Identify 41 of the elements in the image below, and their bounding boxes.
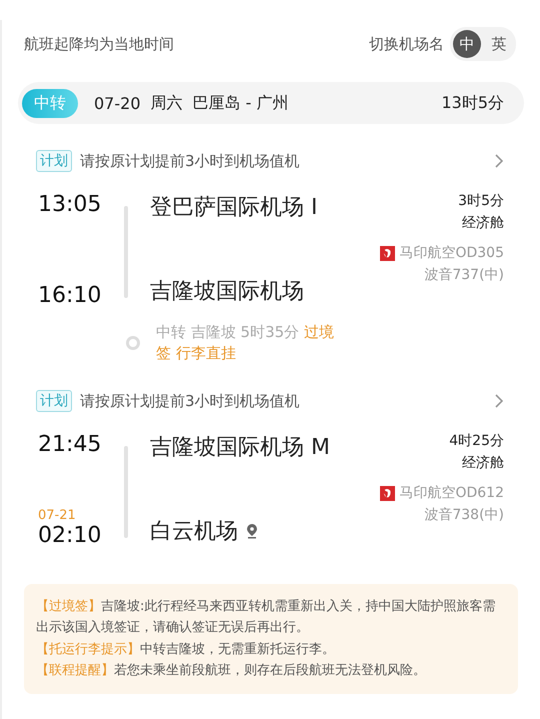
plan-text: 请按原计划提前3小时到机场值机 xyxy=(80,392,300,410)
departure-airport: 吉隆坡国际机场 M xyxy=(150,434,331,462)
trip-duration: 13时5分 xyxy=(441,92,504,114)
flight-number: 马印航空OD612 xyxy=(399,484,504,502)
departure-airport: 登巴萨国际机场 I xyxy=(150,194,318,222)
airline-logo-icon xyxy=(380,246,396,260)
notice-text: 【托运行李提示】中转吉隆坡，无需重新托运行李。 xyxy=(36,640,336,659)
plan-tag: 计划 xyxy=(36,390,72,412)
notice-text: 【联程提醒】若您未乘坐前段航班，则存在后段航班无法登机风险。 xyxy=(36,662,427,680)
flight-duration: 4时25分 xyxy=(449,432,504,450)
chevron-right-icon[interactable] xyxy=(494,153,504,169)
trip-route: 巴厘岛 - 广州 xyxy=(192,92,288,114)
airline-logo-icon xyxy=(380,486,396,500)
arrival-airport: 白云机场 xyxy=(150,518,238,546)
transfer-badge: 中转 xyxy=(22,88,78,118)
arrival-time: 02:10 xyxy=(38,523,102,548)
chevron-right-icon[interactable] xyxy=(494,393,504,409)
plan-text: 请按原计划提前3小时到机场值机 xyxy=(80,152,300,170)
time-note: 航班起降均为当地时间 xyxy=(24,34,174,54)
notice-text: 【过境签】吉隆坡:此行程经马来西亚转机需重新出入关，持中国大陆护照旅客需出示该国入境签证，请确认签证无误后再出行。 xyxy=(36,598,496,638)
flight-duration: 3时5分 xyxy=(458,192,504,210)
transfer-info: 中转 吉隆坡 5时35分 过境签 行李直挂 xyxy=(156,322,335,364)
departure-time: 13:05 xyxy=(38,192,102,217)
trip-date: 07-20 xyxy=(94,94,140,112)
switch-label: 切换机场名 xyxy=(369,34,444,54)
aircraft-type: 波音737(中) xyxy=(424,266,504,284)
arrival-airport: 吉隆坡国际机场 xyxy=(150,278,304,306)
cabin-class: 经济舱 xyxy=(462,454,504,472)
language-option[interactable]: 英 xyxy=(485,30,513,58)
language-option[interactable]: 中 xyxy=(453,30,481,58)
language-toggle[interactable]: 中 英 xyxy=(450,27,516,61)
location-pin-icon[interactable] xyxy=(246,523,258,539)
transfer-dot-icon xyxy=(126,336,140,350)
cabin-class: 经济舱 xyxy=(462,214,504,232)
departure-time: 21:45 xyxy=(38,432,102,457)
trip-weekday: 周六 xyxy=(150,92,182,114)
aircraft-type: 波音738(中) xyxy=(424,506,504,524)
plan-tag: 计划 xyxy=(36,150,72,172)
arrival-date: 07-21 xyxy=(38,508,77,523)
arrival-time: 16:10 xyxy=(38,283,102,308)
flight-number: 马印航空OD305 xyxy=(399,244,504,262)
